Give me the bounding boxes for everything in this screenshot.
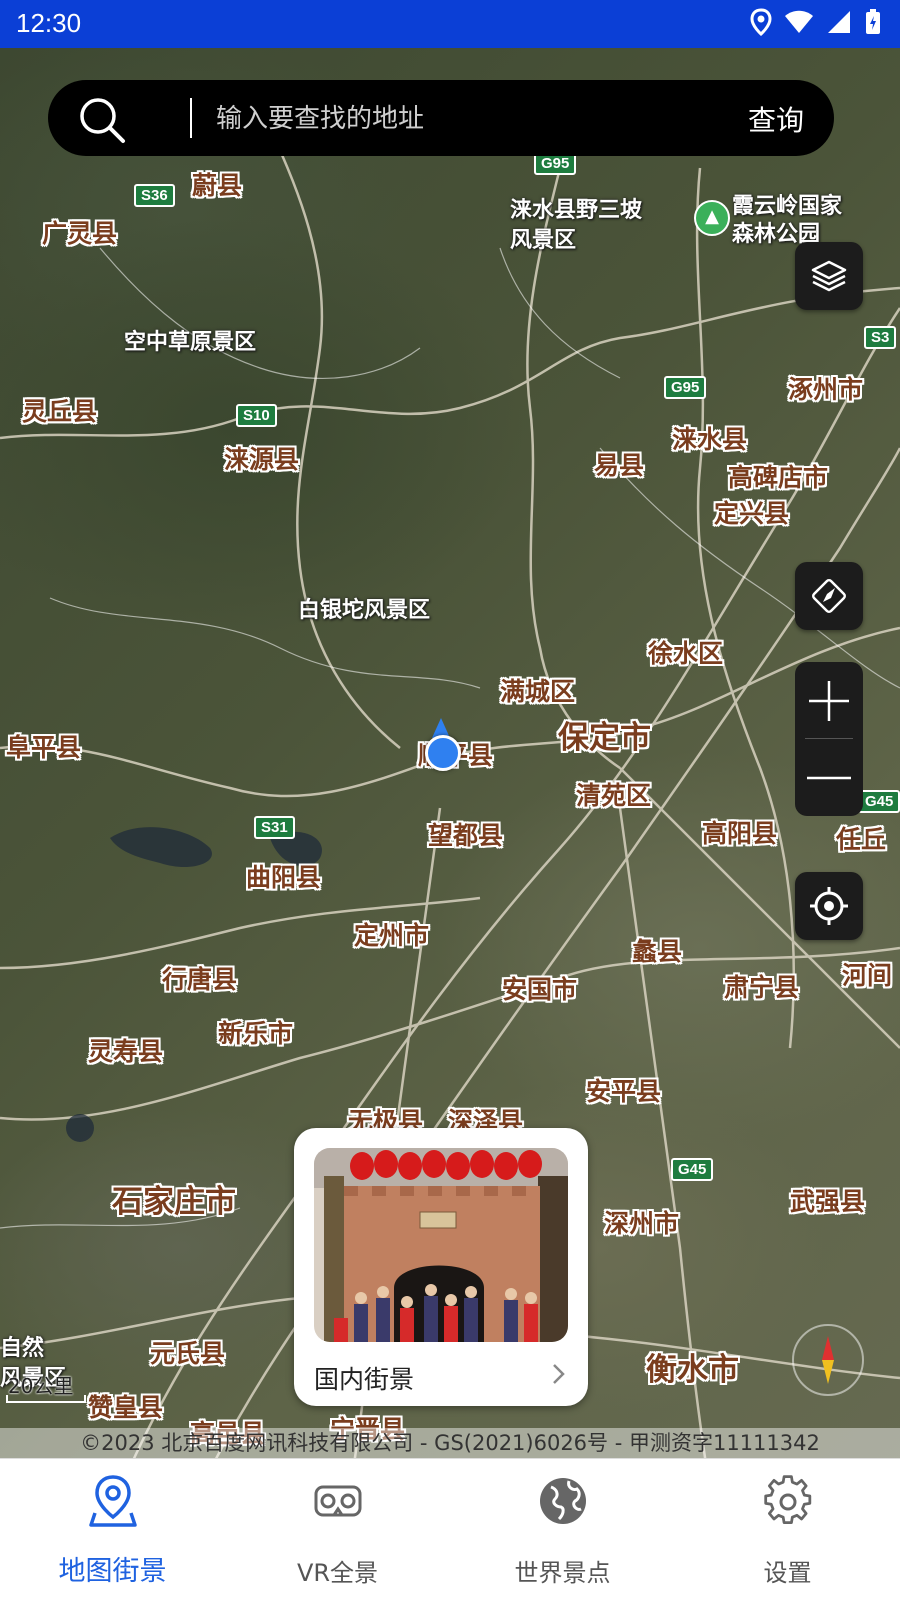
location-icon — [750, 8, 772, 36]
map-label[interactable]: 易县 — [594, 446, 644, 482]
park-icon: ▲ — [694, 200, 730, 236]
vr-headset-icon — [314, 1485, 361, 1517]
status-bar: 12:30 — [0, 0, 900, 48]
map-label[interactable]: 蠡县 — [632, 932, 682, 968]
signal-icon — [828, 11, 850, 33]
map-label[interactable]: 空中草原景区 — [124, 324, 256, 356]
map-label[interactable]: 肃宁县 — [724, 968, 799, 1004]
map-label[interactable]: 灵丘县 — [22, 392, 97, 428]
road-shield: S3 — [864, 326, 897, 349]
map-label[interactable]: 定州市 — [354, 916, 429, 952]
map-label[interactable]: 高碑店市 — [728, 458, 828, 494]
current-location-marker — [425, 735, 461, 771]
zoom-control — [795, 662, 863, 816]
road-shield: S31 — [254, 816, 295, 839]
map-compass[interactable] — [792, 1324, 864, 1396]
map-pin-icon — [88, 1475, 137, 1527]
road-shield: S36 — [134, 184, 175, 207]
map-scale-bar — [6, 1395, 86, 1403]
map-label[interactable]: 清苑区 — [576, 776, 651, 812]
tab-label: 地图街景 — [58, 1556, 167, 1587]
map-label[interactable]: 涞水县野三坡 — [510, 192, 642, 224]
search-divider — [190, 98, 192, 138]
map-label[interactable]: 涞源县 — [224, 440, 299, 476]
tab-label: 设置 — [763, 1559, 812, 1587]
zoom-in-button[interactable] — [795, 662, 863, 739]
map-label[interactable]: 高阳县 — [702, 814, 777, 850]
minus-icon — [807, 776, 851, 779]
search-input[interactable] — [214, 96, 738, 142]
map-label[interactable]: 安国市 — [502, 970, 577, 1006]
compass-icon — [812, 579, 846, 613]
tab-vr-panorama[interactable]: VR全景 — [225, 1459, 450, 1601]
streetview-thumbnail — [314, 1148, 568, 1342]
map-label[interactable]: 衡水市 — [646, 1344, 739, 1389]
tab-label: 世界景点 — [514, 1559, 611, 1587]
map-label[interactable]: 望都县 — [428, 816, 503, 852]
map-label[interactable]: 元氏县 — [150, 1334, 225, 1370]
map-label[interactable]: 徐水区 — [648, 634, 723, 670]
map-layers-button[interactable] — [795, 242, 863, 310]
battery-icon — [866, 9, 880, 34]
map-label[interactable]: 新乐市 — [218, 1014, 293, 1050]
wifi-icon — [785, 10, 813, 33]
compass-mode-button[interactable] — [795, 562, 863, 630]
map-label[interactable]: 广灵县 — [42, 214, 117, 250]
crosshair-icon — [810, 887, 848, 925]
layers-icon — [811, 260, 847, 292]
tab-label: VR全景 — [296, 1559, 379, 1587]
map-label[interactable]: 定兴县 — [714, 494, 789, 530]
globe-icon — [539, 1478, 586, 1524]
road-shield: G45 — [858, 790, 900, 813]
map-label[interactable]: 自然 — [0, 1330, 44, 1362]
tab-world-attractions[interactable]: 世界景点 — [450, 1459, 675, 1601]
zoom-out-button[interactable] — [795, 739, 863, 816]
road-shield: S10 — [236, 404, 277, 427]
map-label[interactable]: 石家庄市 — [112, 1176, 236, 1221]
map-label[interactable]: 风景区 — [510, 222, 576, 254]
map-label[interactable]: 安平县 — [586, 1072, 661, 1108]
chevron-right-icon — [553, 1364, 565, 1384]
locate-me-button[interactable] — [795, 872, 863, 940]
map-label[interactable]: 阜平县 — [6, 728, 81, 764]
map-label[interactable]: 行唐县 — [162, 960, 237, 996]
map-label[interactable]: 曲阳县 — [246, 858, 321, 894]
status-time: 12:30 — [16, 8, 82, 38]
map-label[interactable]: 涿州市 — [788, 370, 863, 406]
tab-map-streetview[interactable]: 地图街景 — [0, 1459, 225, 1601]
compass-needle-icon — [822, 1336, 834, 1384]
gear-icon — [763, 1475, 811, 1525]
tab-settings[interactable]: 设置 — [675, 1459, 900, 1601]
map-copyright: ©2023 北京百度网讯科技有限公司 - GS(2021)6026号 - 甲测资… — [0, 1428, 900, 1458]
map-label[interactable]: 灵寿县 — [88, 1032, 163, 1068]
map-label[interactable]: 保定市 — [558, 712, 651, 757]
domestic-streetview-card[interactable]: 国内街景 — [294, 1128, 588, 1406]
search-icon[interactable] — [78, 96, 126, 144]
road-shield: G95 — [664, 376, 707, 399]
search-button[interactable]: 查询 — [748, 99, 804, 139]
status-icons — [750, 8, 882, 36]
map-label[interactable]: 满城区 — [500, 672, 575, 708]
search-bar: 查询 — [48, 80, 834, 156]
map-label[interactable]: 武强县 — [790, 1182, 865, 1218]
plus-icon — [809, 680, 849, 721]
bottom-navigation: 地图街景 VR全景 世界景点 设置 — [0, 1458, 900, 1601]
map-label[interactable]: 白银坨风景区 — [298, 592, 430, 624]
map-label[interactable]: 深州市 — [604, 1204, 679, 1240]
streetview-card-label: 国内街景 — [314, 1365, 415, 1394]
map-label[interactable]: 河间 — [842, 956, 892, 992]
map-label[interactable]: 任丘 — [836, 820, 886, 856]
map-label[interactable]: 蔚县 — [192, 166, 242, 202]
map-label[interactable]: 涞水县 — [672, 420, 747, 456]
map-label[interactable]: 赞皇县 — [88, 1388, 163, 1424]
road-shield: G45 — [671, 1158, 714, 1181]
